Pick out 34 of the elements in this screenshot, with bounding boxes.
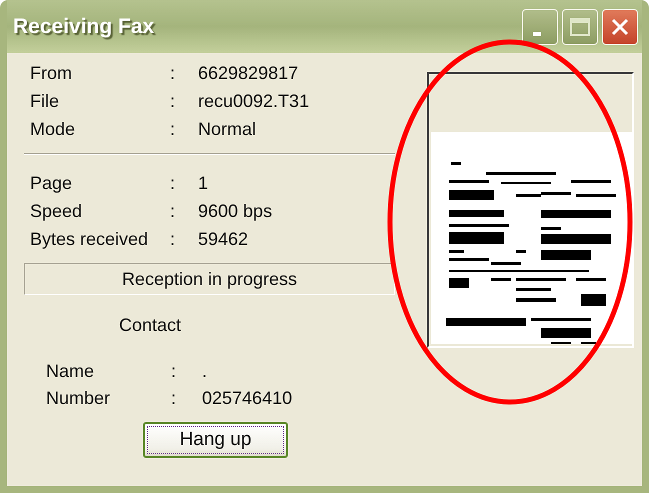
field-label: Speed bbox=[30, 200, 84, 222]
field-label: Mode bbox=[30, 118, 76, 140]
field-value: . bbox=[202, 361, 208, 382]
contact-heading: Contact bbox=[119, 315, 182, 336]
field-separator: : bbox=[170, 118, 176, 140]
field-separator: : bbox=[170, 90, 176, 112]
maximize-button[interactable] bbox=[562, 8, 598, 44]
field-separator: : bbox=[171, 388, 178, 409]
field-label: File bbox=[30, 90, 60, 112]
status-text: Reception in progress bbox=[24, 263, 395, 295]
field-separator: : bbox=[171, 361, 178, 382]
field-value: 6629829817 bbox=[198, 62, 300, 84]
field-value: 1 bbox=[198, 172, 210, 194]
field-label: Number bbox=[46, 388, 112, 409]
hang-up-button[interactable]: Hang up bbox=[143, 422, 288, 458]
close-icon bbox=[610, 16, 630, 36]
minimize-button[interactable] bbox=[522, 8, 558, 44]
close-button[interactable] bbox=[602, 8, 638, 44]
field-label: Bytes received bbox=[30, 228, 150, 250]
minimize-icon bbox=[533, 32, 541, 36]
window-title: Receiving Fax bbox=[13, 14, 154, 38]
field-value: recu0092.T31 bbox=[198, 90, 310, 112]
maximize-icon bbox=[570, 18, 590, 36]
field-label: Name bbox=[46, 361, 96, 382]
field-value: 025746410 bbox=[202, 388, 294, 409]
field-value: 59462 bbox=[198, 228, 250, 250]
field-value: Normal bbox=[198, 118, 258, 140]
field-label: From bbox=[30, 62, 73, 84]
field-separator: : bbox=[170, 172, 176, 194]
field-separator: : bbox=[170, 228, 176, 250]
field-separator: : bbox=[170, 200, 176, 222]
field-separator: : bbox=[170, 62, 176, 84]
field-label: Page bbox=[30, 172, 74, 194]
field-value: 9600 bps bbox=[198, 200, 274, 222]
